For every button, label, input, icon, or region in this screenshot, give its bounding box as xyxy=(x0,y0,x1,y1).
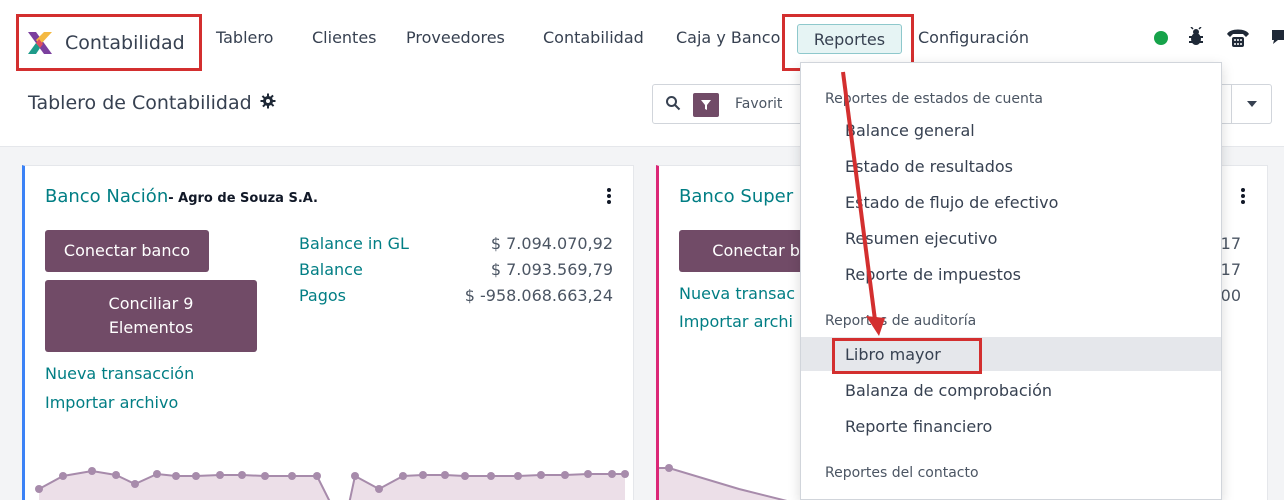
menu-item-flujo-efectivo[interactable]: Estado de flujo de efectivo xyxy=(801,185,1221,219)
reportes-dropdown-menu: Reportes de estados de cuenta Balance ge… xyxy=(800,62,1222,500)
reconcile-button[interactable]: Conciliar 9 Elementos xyxy=(45,280,257,352)
nav-item-reportes[interactable]: Reportes xyxy=(797,24,902,54)
nav-item-clientes[interactable]: Clientes xyxy=(312,28,377,47)
search-facet-favorites[interactable]: Favorit xyxy=(735,96,782,112)
stat-value-balance: $ 7.093.569,79 xyxy=(490,260,613,279)
stat-value-balance-gl: $ 7.094.070,92 xyxy=(490,234,613,253)
app-logo-icon xyxy=(25,28,55,58)
journal-card-banco-nacion: Banco Nación- Agro de Souza S.A. Conecta… xyxy=(22,165,634,500)
nav-item-configuracion[interactable]: Configuración xyxy=(918,28,1029,47)
kebab-menu-icon[interactable] xyxy=(1241,188,1245,204)
kebab-menu-icon[interactable] xyxy=(607,188,611,204)
stat-label-balance[interactable]: Balance xyxy=(299,260,363,279)
company-name: - Agro de Souza S.A. xyxy=(168,191,318,206)
nav-item-proveedores[interactable]: Proveedores xyxy=(406,28,505,47)
search-options-toggle[interactable] xyxy=(1231,85,1271,123)
card-title[interactable]: Banco Super xyxy=(679,186,793,207)
balance-graph[interactable] xyxy=(25,444,632,500)
stat-value-pagos: $ -958.068.663,24 xyxy=(464,286,613,305)
dropdown-section-header: Reportes de auditoría xyxy=(825,313,977,329)
breadcrumb: Tablero de Contabilidad xyxy=(28,92,276,114)
nav-item-tablero[interactable]: Tablero xyxy=(216,28,273,47)
menu-item-resumen-ejecutivo[interactable]: Resumen ejecutivo xyxy=(801,221,1221,255)
phone-icon[interactable] xyxy=(1226,26,1250,52)
filter-icon[interactable] xyxy=(693,93,719,117)
journal-name[interactable]: Banco Super xyxy=(679,186,793,207)
chat-icon[interactable] xyxy=(1270,28,1284,46)
new-transaction-link[interactable]: Nueva transacción xyxy=(45,364,194,383)
stat-label-pagos[interactable]: Pagos xyxy=(299,286,346,305)
card-title[interactable]: Banco Nación- Agro de Souza S.A. xyxy=(45,186,318,207)
search-icon xyxy=(665,95,681,115)
nav-item-contabilidad[interactable]: Contabilidad xyxy=(543,28,644,47)
nav-item-caja-y-banco[interactable]: Caja y Banco xyxy=(676,28,780,47)
menu-item-reporte-impuestos[interactable]: Reporte de impuestos xyxy=(801,257,1221,291)
import-file-link[interactable]: Importar archivo xyxy=(45,393,178,412)
app-brand[interactable]: Contabilidad xyxy=(16,14,202,71)
libro-mayor-annotation-box xyxy=(832,338,982,374)
new-transaction-link[interactable]: Nueva transac xyxy=(679,284,795,303)
menu-item-reporte-financiero[interactable]: Reporte financiero xyxy=(801,409,1221,443)
journal-name[interactable]: Banco Nación xyxy=(45,186,168,207)
stat-value-3: 00 xyxy=(1220,286,1241,305)
menu-item-balanza-comprobacion[interactable]: Balanza de comprobación xyxy=(801,373,1221,407)
gear-icon[interactable] xyxy=(260,92,276,114)
stat-value-1: 17 xyxy=(1220,234,1241,253)
dropdown-section-header: Reportes de estados de cuenta xyxy=(825,91,1043,107)
stat-value-2: 17 xyxy=(1220,260,1241,279)
bug-icon[interactable] xyxy=(1188,26,1204,51)
menu-item-balance-general[interactable]: Balance general xyxy=(801,113,1221,147)
menu-item-estado-resultados[interactable]: Estado de resultados xyxy=(801,149,1221,183)
connect-bank-button[interactable]: Conectar banco xyxy=(45,230,209,272)
page-title: Tablero de Contabilidad xyxy=(28,92,252,114)
status-dot-icon xyxy=(1154,31,1168,45)
dropdown-section-header: Reportes del contacto xyxy=(825,465,979,481)
import-file-link[interactable]: Importar archi xyxy=(679,312,793,331)
app-name: Contabilidad xyxy=(65,31,185,54)
stat-label-balance-gl[interactable]: Balance in GL xyxy=(299,234,409,253)
